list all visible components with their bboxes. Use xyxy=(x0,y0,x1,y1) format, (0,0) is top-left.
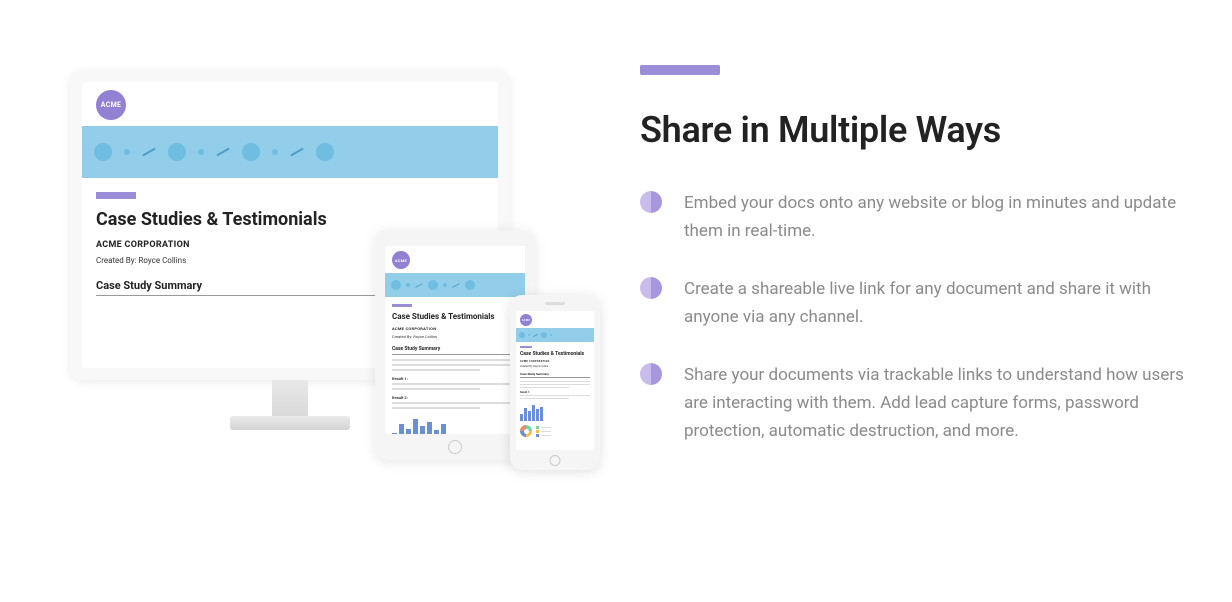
section-accent-bar xyxy=(640,65,720,75)
result-label: Result 1: xyxy=(392,376,518,381)
document-section-heading: Case Study Summary xyxy=(520,372,590,376)
bullet-icon xyxy=(640,363,662,385)
document-banner xyxy=(82,126,498,178)
document-accent-bar xyxy=(392,304,412,307)
document-title: Case Studies & Testimonials xyxy=(392,312,518,321)
document-byline: Created By: Royce Collins xyxy=(520,365,590,368)
donut-chart-icon xyxy=(520,425,532,437)
acme-logo: ACME xyxy=(520,314,532,326)
feature-text: Embed your docs onto any website or blog… xyxy=(684,189,1192,245)
feature-item: Share your documents via trackable links… xyxy=(640,361,1192,445)
home-button-icon xyxy=(448,440,462,454)
feature-text: Share your documents via trackable links… xyxy=(684,361,1192,445)
phone-screen: ACME Case Studies & Testimonials ACME CO… xyxy=(516,311,594,450)
section-heading: Share in Multiple Ways xyxy=(640,109,1192,151)
document-byline: Created By: Royce Collins xyxy=(392,334,518,339)
document-subtitle: ACME CORPORATION xyxy=(520,360,590,363)
bar-chart-icon xyxy=(520,403,590,421)
document-subtitle: ACME CORPORATION xyxy=(392,326,518,331)
acme-logo: ACME xyxy=(392,251,410,269)
result-label: Result 1: xyxy=(520,391,590,394)
monitor-stand xyxy=(230,380,350,430)
home-button-icon xyxy=(550,455,561,466)
phone-speaker-icon xyxy=(545,302,565,305)
phone-device: ACME Case Studies & Testimonials ACME CO… xyxy=(510,295,600,470)
document-title: Case Studies & Testimonials xyxy=(520,351,590,357)
result-label: Result 2: xyxy=(392,395,518,400)
document-accent-bar xyxy=(96,192,136,199)
tablet-screen: ACME Case Studies & Testimonials ACME CO… xyxy=(385,246,525,434)
device-mockups: ACME Case Studies & Testimonials ACME CO… xyxy=(40,60,600,510)
bar-chart-icon xyxy=(392,416,446,434)
feature-item: Create a shareable live link for any doc… xyxy=(640,275,1192,331)
document-banner xyxy=(385,273,525,297)
acme-logo: ACME xyxy=(96,90,126,120)
bullet-icon xyxy=(640,277,662,299)
feature-item: Embed your docs onto any website or blog… xyxy=(640,189,1192,245)
bullet-icon xyxy=(640,191,662,213)
feature-text: Create a shareable live link for any doc… xyxy=(684,275,1192,331)
document-banner xyxy=(516,328,594,342)
document-accent-bar xyxy=(520,346,532,348)
document-title: Case Studies & Testimonials xyxy=(96,209,484,230)
document-section-heading: Case Study Summary xyxy=(392,346,518,352)
